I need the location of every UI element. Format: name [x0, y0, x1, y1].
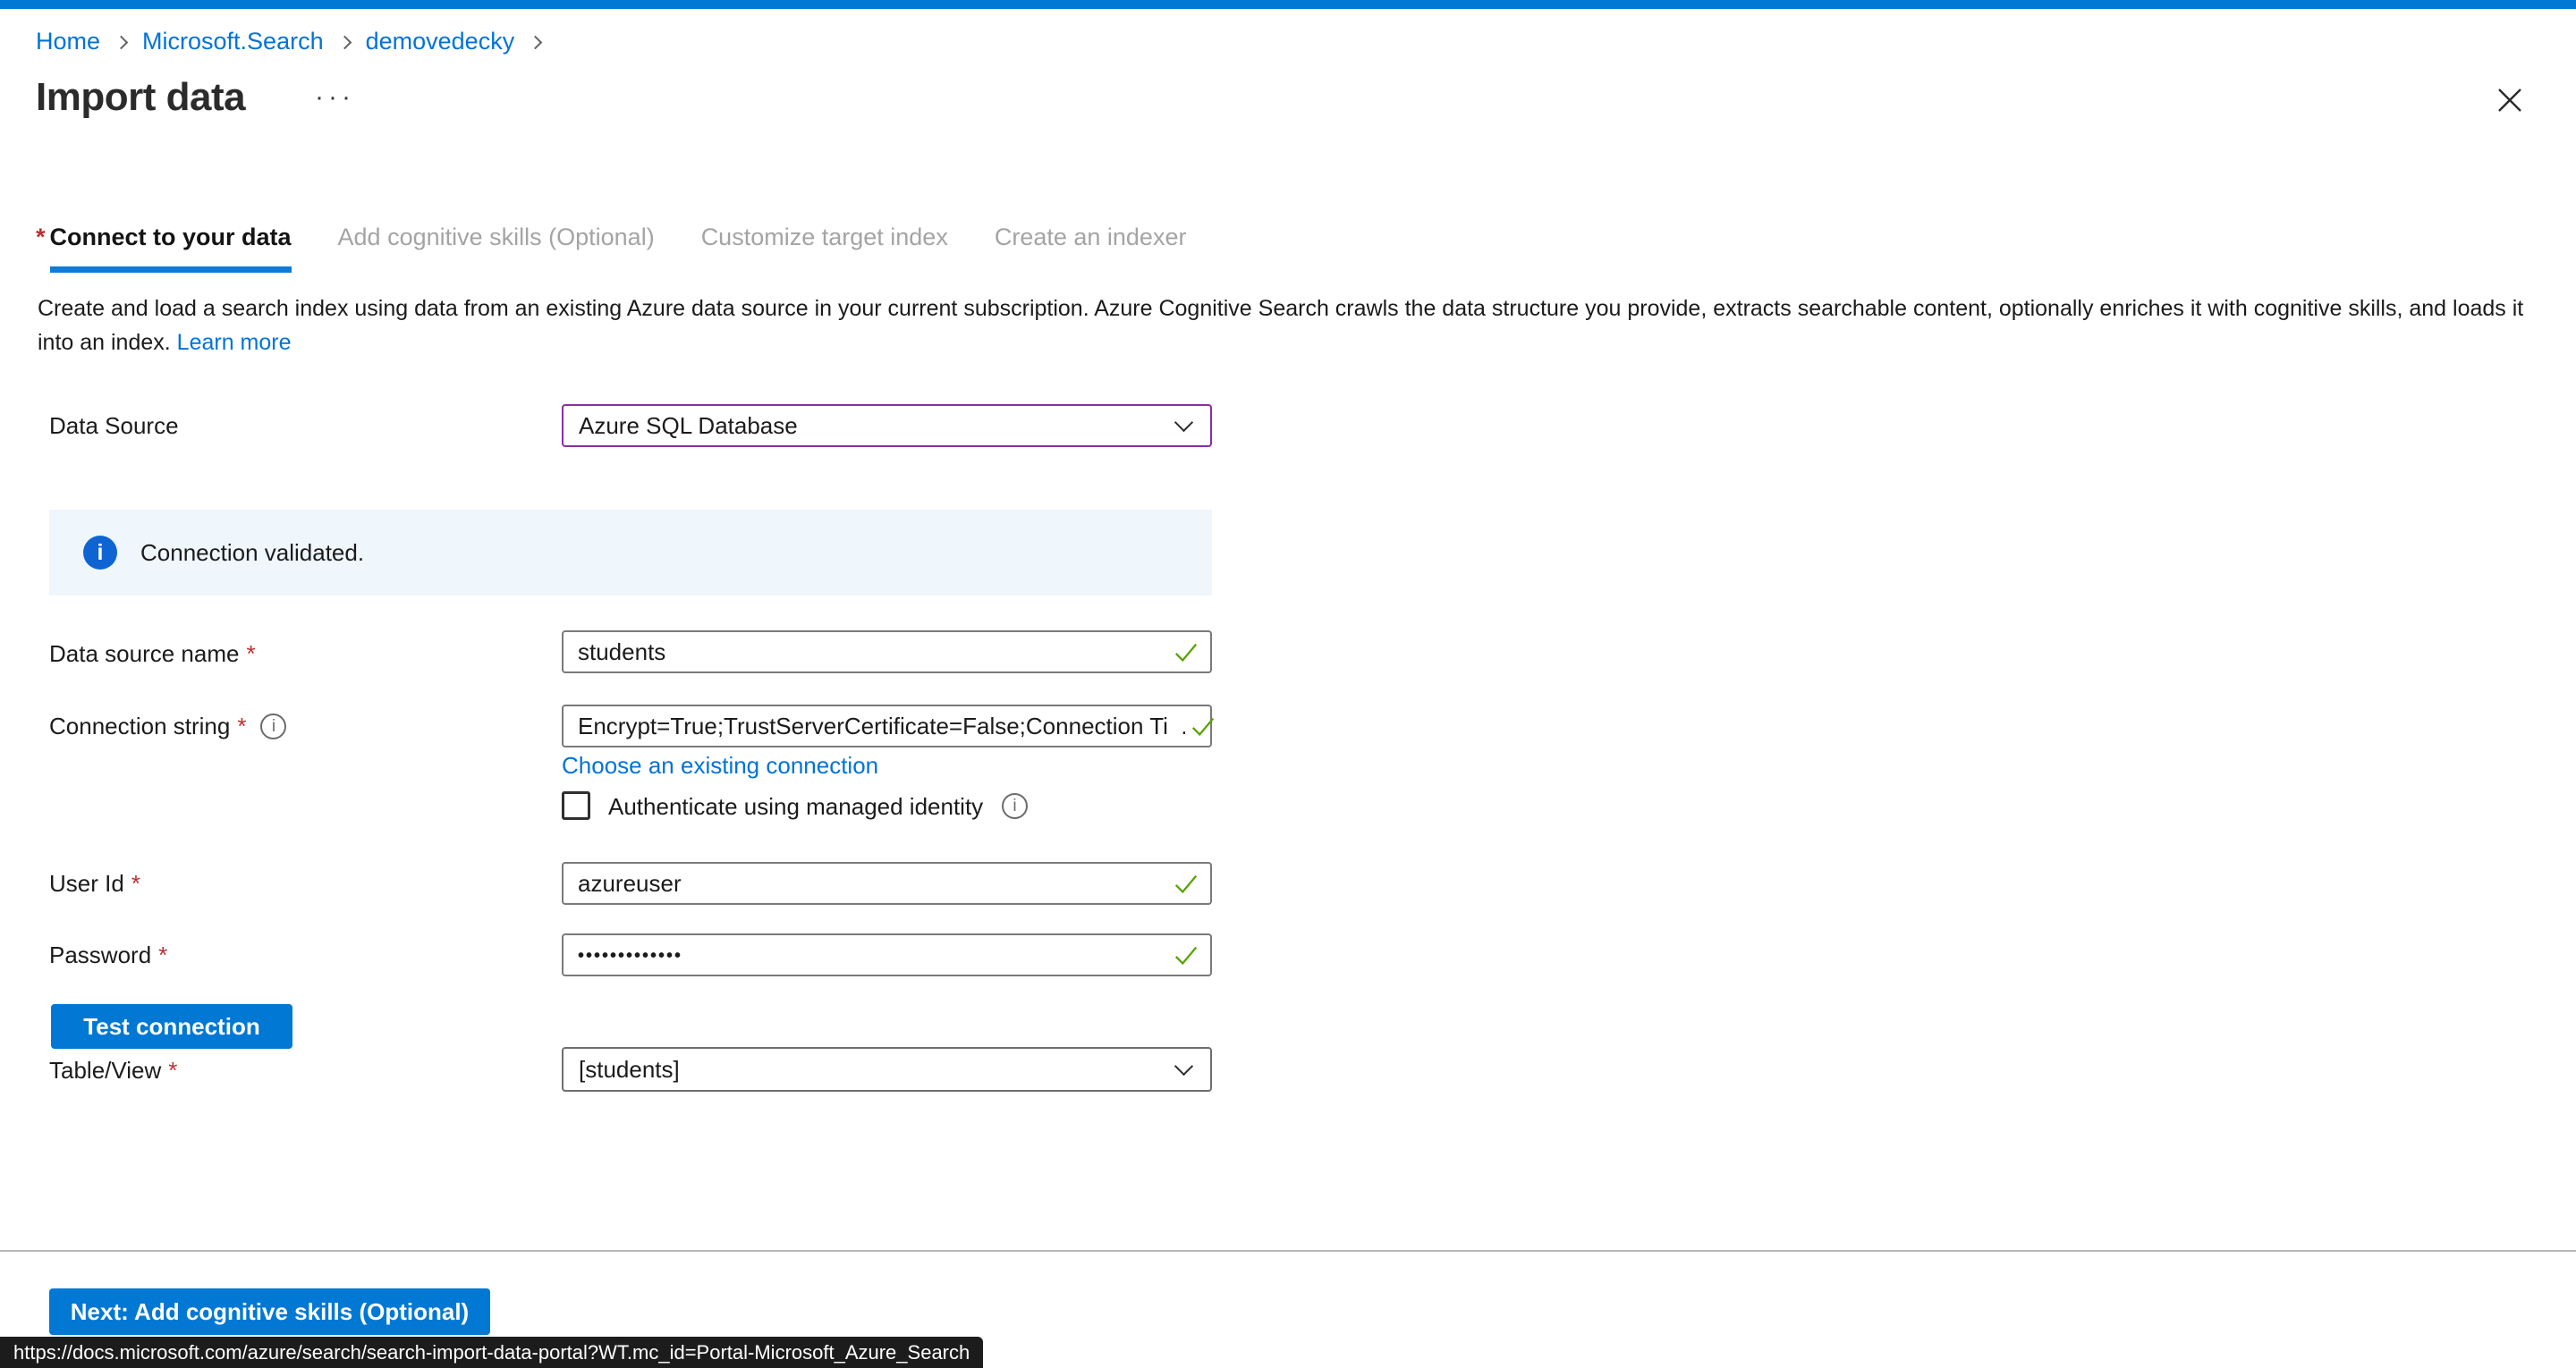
learn-more-link[interactable]: Learn more: [177, 330, 292, 355]
test-connection-button[interactable]: Test connection: [51, 1004, 292, 1049]
tab-add-cognitive-skills[interactable]: Add cognitive skills (Optional): [338, 224, 655, 273]
connection-string-label: Connection string * i: [49, 713, 286, 740]
label-text: Data Source: [49, 412, 179, 440]
banner-message: Connection validated.: [140, 539, 364, 567]
tab-label: Customize target index: [701, 224, 948, 250]
password-label: Password *: [49, 942, 167, 969]
table-view-label: Table/View *: [49, 1057, 177, 1085]
import-data-page: Home Microsoft.Search demovedecky Import…: [0, 0, 2576, 1368]
required-asterisk: *: [158, 942, 167, 969]
required-asterisk: *: [237, 713, 246, 740]
user-id-input[interactable]: [578, 870, 1169, 898]
tab-connect-to-your-data[interactable]: *Connect to your data: [36, 224, 292, 273]
data-source-label: Data Source: [49, 412, 179, 440]
status-url-bar: https://docs.microsoft.com/azure/search/…: [0, 1337, 983, 1368]
chevron-down-icon: [1174, 1056, 1193, 1075]
managed-identity-label: Authenticate using managed identity: [608, 793, 983, 821]
data-source-value: Azure SQL Database: [579, 412, 798, 440]
validation-check-icon: [1173, 639, 1199, 666]
footer-divider: [0, 1250, 2576, 1252]
label-text: Table/View: [49, 1057, 161, 1085]
data-source-name-input[interactable]: [578, 638, 1169, 666]
label-text: Password: [49, 942, 151, 969]
top-accent-bar: [0, 0, 2576, 9]
close-icon[interactable]: [2494, 84, 2526, 116]
required-asterisk: *: [36, 224, 46, 250]
choose-existing-connection-link[interactable]: Choose an existing connection: [562, 752, 878, 780]
page-title: Import data: [36, 75, 245, 120]
user-id-label: User Id *: [49, 870, 140, 898]
password-input[interactable]: [578, 943, 1169, 967]
breadcrumb-microsoft-search-link[interactable]: Microsoft.Search: [142, 28, 324, 55]
data-source-dropdown[interactable]: Azure SQL Database: [562, 404, 1212, 447]
page-description: Create and load a search index using dat…: [38, 291, 2547, 359]
next-add-cognitive-skills-button[interactable]: Next: Add cognitive skills (Optional): [49, 1288, 490, 1335]
managed-identity-checkbox[interactable]: [562, 791, 590, 820]
label-text: User Id: [49, 870, 124, 898]
connection-validated-banner: i Connection validated.: [49, 510, 1212, 595]
required-asterisk: *: [246, 640, 255, 668]
data-source-name-label: Data source name *: [49, 640, 256, 668]
tab-create-an-indexer[interactable]: Create an indexer: [995, 224, 1187, 273]
tab-bar: *Connect to your data Add cognitive skil…: [36, 224, 1186, 273]
breadcrumb-chevron-icon: [114, 36, 129, 50]
user-id-field: [562, 862, 1212, 905]
breadcrumb-home-link[interactable]: Home: [36, 28, 100, 55]
label-text: Data source name: [49, 640, 239, 668]
required-asterisk: *: [131, 870, 140, 898]
info-tooltip-icon[interactable]: i: [260, 714, 286, 739]
table-view-value: [students]: [579, 1056, 680, 1084]
tab-label: Connect to your data: [50, 224, 292, 273]
info-tooltip-icon[interactable]: i: [1002, 793, 1028, 819]
tab-label: Add cognitive skills (Optional): [338, 224, 655, 250]
connection-string-input[interactable]: [578, 713, 1185, 740]
table-view-dropdown[interactable]: [students]: [562, 1047, 1212, 1092]
data-source-name-field: [562, 630, 1212, 673]
validation-check-icon: [1190, 714, 1216, 740]
validation-check-icon: [1173, 871, 1199, 898]
password-field: [562, 933, 1212, 976]
breadcrumb-chevron-icon: [529, 36, 543, 50]
tab-customize-target-index[interactable]: Customize target index: [701, 224, 948, 273]
more-menu-icon[interactable]: ···: [315, 82, 355, 113]
info-filled-icon: i: [83, 536, 117, 570]
breadcrumb-chevron-icon: [337, 36, 352, 50]
validation-check-icon: [1173, 942, 1199, 969]
tab-label: Create an indexer: [995, 224, 1187, 250]
breadcrumb-demovedecky-link[interactable]: demovedecky: [366, 28, 515, 55]
connection-string-field: [562, 705, 1212, 747]
description-text: Create and load a search index using dat…: [38, 296, 2523, 355]
label-text: Connection string: [49, 713, 230, 740]
chevron-down-icon: [1174, 412, 1193, 431]
breadcrumb: Home Microsoft.Search demovedecky: [36, 28, 556, 55]
required-asterisk: *: [168, 1057, 177, 1085]
